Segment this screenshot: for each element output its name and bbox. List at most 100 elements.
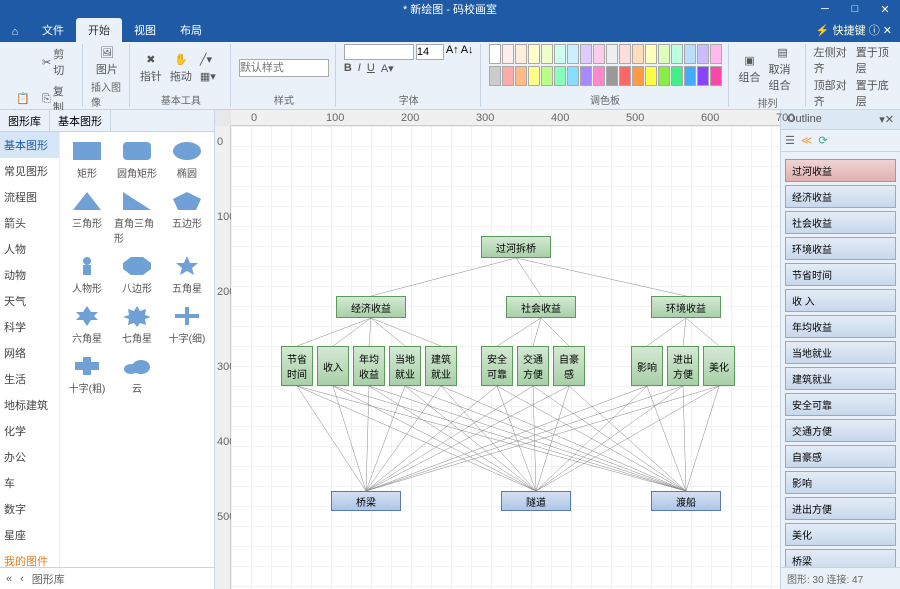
style-select[interactable] bbox=[239, 59, 329, 77]
shape-rrect[interactable]: 圆角矩形 bbox=[114, 140, 160, 180]
category-item[interactable]: 办公 bbox=[0, 444, 59, 470]
category-item[interactable]: 基本图形 bbox=[0, 132, 59, 158]
palette-row-1[interactable] bbox=[489, 44, 722, 64]
category-item[interactable]: 数字 bbox=[0, 496, 59, 522]
category-item[interactable]: 流程图 bbox=[0, 184, 59, 210]
shape-person[interactable]: 人物形 bbox=[64, 255, 110, 295]
shape-cloud[interactable]: 云 bbox=[114, 355, 160, 395]
maximize-button[interactable]: □ bbox=[840, 3, 870, 16]
category-item[interactable]: 人物 bbox=[0, 236, 59, 262]
help-shortcut[interactable]: ⚡ 快捷键 ⓘ ✕ bbox=[808, 18, 900, 42]
category-item[interactable]: 常见图形 bbox=[0, 158, 59, 184]
outline-close-icon[interactable]: ▾✕ bbox=[879, 113, 894, 126]
bring-front-button[interactable]: 置于顶层 bbox=[856, 44, 890, 76]
outline-item[interactable]: 收 入 bbox=[785, 289, 896, 312]
outline-item[interactable]: 年均收益 bbox=[785, 315, 896, 338]
diagram-node[interactable]: 年均收益 bbox=[353, 346, 385, 386]
category-item[interactable]: 化学 bbox=[0, 418, 59, 444]
tab-start[interactable]: 开始 bbox=[76, 18, 122, 42]
category-item[interactable]: 箭头 bbox=[0, 210, 59, 236]
shape-star6[interactable]: 六角星 bbox=[64, 305, 110, 345]
outline-item[interactable]: 过河收益 bbox=[785, 159, 896, 182]
diagram-node[interactable]: 交通方便 bbox=[517, 346, 549, 386]
category-item[interactable]: 我的图件 bbox=[0, 548, 59, 567]
outline-item[interactable]: 进出方便 bbox=[785, 497, 896, 520]
diagram-node[interactable]: 建筑就业 bbox=[425, 346, 457, 386]
shape-cross[interactable]: 十字(细) bbox=[164, 305, 210, 345]
shape-rtri[interactable]: 直角三角形 bbox=[114, 190, 160, 245]
font-family-select[interactable] bbox=[344, 44, 414, 60]
category-item[interactable]: 科学 bbox=[0, 314, 59, 340]
collapse-icon[interactable]: « bbox=[6, 573, 12, 585]
diagram-node[interactable]: 收入 bbox=[317, 346, 349, 386]
diagram-node[interactable]: 渡船 bbox=[651, 491, 721, 511]
outline-item[interactable]: 自豪感 bbox=[785, 445, 896, 468]
line-color-button[interactable]: ╱▾ bbox=[198, 51, 224, 68]
diagram-node[interactable]: 节省时间 bbox=[281, 346, 313, 386]
close-button[interactable]: ✕ bbox=[870, 3, 900, 16]
align-top-button[interactable]: 顶部对齐 bbox=[814, 77, 848, 109]
shape-pent[interactable]: 五边形 bbox=[164, 190, 210, 245]
bold-button[interactable]: B bbox=[344, 62, 352, 75]
category-item[interactable]: 生活 bbox=[0, 366, 59, 392]
shape-oct[interactable]: 八边形 bbox=[114, 255, 160, 295]
shapes-tab-basic[interactable]: 基本图形 bbox=[50, 110, 111, 131]
align-left-button[interactable]: 左侧对齐 bbox=[814, 44, 848, 76]
italic-button[interactable]: I bbox=[358, 62, 361, 75]
hand-tool[interactable]: ✋拖动 bbox=[168, 51, 194, 86]
diagram-node[interactable]: 社会收益 bbox=[506, 296, 576, 318]
diagram-node[interactable]: 进出方便 bbox=[667, 346, 699, 386]
category-item[interactable]: 网络 bbox=[0, 340, 59, 366]
diagram-node[interactable]: 影响 bbox=[631, 346, 663, 386]
category-item[interactable]: 星座 bbox=[0, 522, 59, 548]
diagram-node[interactable]: 美化 bbox=[703, 346, 735, 386]
send-back-button[interactable]: 置于底层 bbox=[856, 77, 890, 109]
outline-item[interactable]: 交通方便 bbox=[785, 419, 896, 442]
outline-item[interactable]: 社会收益 bbox=[785, 211, 896, 234]
outline-tree-icon[interactable]: ☰ bbox=[785, 134, 795, 147]
diagram-node[interactable]: 经济收益 bbox=[336, 296, 406, 318]
outline-item[interactable]: 经济收益 bbox=[785, 185, 896, 208]
diagram-node[interactable]: 过河拆桥 bbox=[481, 236, 551, 258]
minimize-button[interactable]: ─ bbox=[810, 3, 840, 16]
outline-item[interactable]: 节省时间 bbox=[785, 263, 896, 286]
shape-cross2[interactable]: 十字(粗) bbox=[64, 355, 110, 395]
outline-item[interactable]: 当地就业 bbox=[785, 341, 896, 364]
shape-tri[interactable]: 三角形 bbox=[64, 190, 110, 245]
home-icon[interactable]: ⌂ bbox=[0, 22, 30, 42]
category-item[interactable]: 车 bbox=[0, 470, 59, 496]
font-shrink-button[interactable]: A↓ bbox=[461, 44, 474, 60]
outline-item[interactable]: 环境收益 bbox=[785, 237, 896, 260]
shape-star7[interactable]: 七角星 bbox=[114, 305, 160, 345]
tab-file[interactable]: 文件 bbox=[30, 18, 76, 42]
insert-image-button[interactable]: 🖼图片 bbox=[94, 44, 120, 79]
tab-layout[interactable]: 布局 bbox=[168, 18, 214, 42]
outline-item[interactable]: 桥梁 bbox=[785, 549, 896, 567]
cut-button[interactable]: ✂剪切 bbox=[40, 44, 76, 80]
diagram-node[interactable]: 环境收益 bbox=[651, 296, 721, 318]
expand-icon[interactable]: ‹ bbox=[20, 573, 24, 585]
outline-item[interactable]: 美化 bbox=[785, 523, 896, 546]
pointer-tool[interactable]: ✖指针 bbox=[138, 51, 164, 86]
ungroup-button[interactable]: ▤取消组合 bbox=[767, 44, 799, 95]
diagram-node[interactable]: 安全可靠 bbox=[481, 346, 513, 386]
category-item[interactable]: 地标建筑 bbox=[0, 392, 59, 418]
shape-rect[interactable]: 矩形 bbox=[64, 140, 110, 180]
underline-button[interactable]: U bbox=[367, 62, 375, 75]
font-grow-button[interactable]: A↑ bbox=[446, 44, 459, 60]
palette-row-2[interactable] bbox=[489, 66, 722, 86]
font-color-button[interactable]: A▾ bbox=[381, 62, 394, 75]
outline-item[interactable]: 安全可靠 bbox=[785, 393, 896, 416]
shape-ellipse[interactable]: 椭圆 bbox=[164, 140, 210, 180]
diagram-node[interactable]: 当地就业 bbox=[389, 346, 421, 386]
outline-share-icon[interactable]: ≪ bbox=[801, 134, 813, 147]
tab-view[interactable]: 视图 bbox=[122, 18, 168, 42]
outline-refresh-icon[interactable]: ⟳ bbox=[818, 134, 827, 147]
diagram-node[interactable]: 隧道 bbox=[501, 491, 571, 511]
font-size-select[interactable] bbox=[416, 44, 444, 60]
category-item[interactable]: 天气 bbox=[0, 288, 59, 314]
shape-star[interactable]: 五角星 bbox=[164, 255, 210, 295]
diagram-node[interactable]: 桥梁 bbox=[331, 491, 401, 511]
category-item[interactable]: 动物 bbox=[0, 262, 59, 288]
shapes-tab-library[interactable]: 图形库 bbox=[0, 110, 50, 131]
